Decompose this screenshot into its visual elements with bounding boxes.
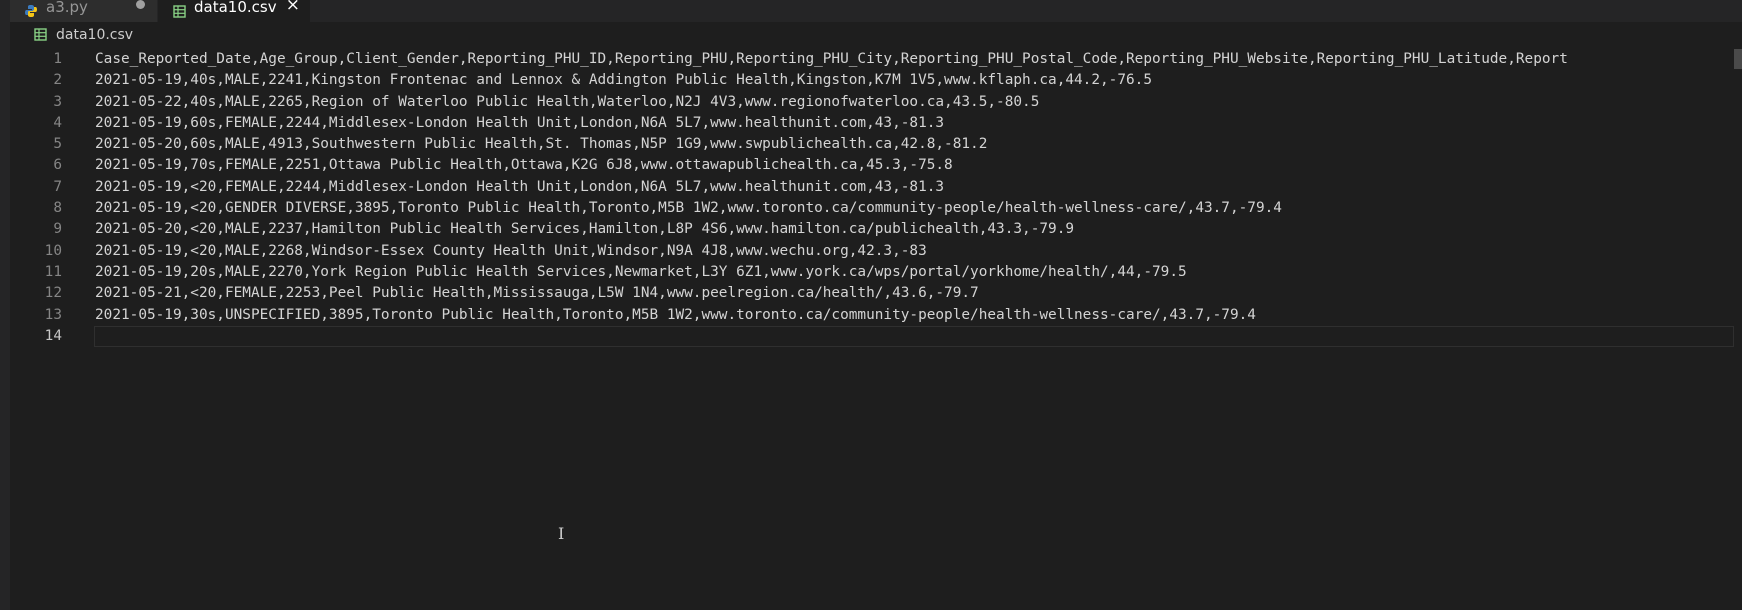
code-line[interactable]: 1 Case_Reported_Date,Age_Group,Client_Gen… [10, 49, 1742, 70]
line-text[interactable]: 2021-05-19,40s,MALE,2241,Kingston Fronte… [95, 70, 1152, 91]
line-text[interactable]: Case_Reported_Date,Age_Group,Client_Gend… [95, 49, 1568, 70]
csv-table-icon [34, 28, 48, 42]
line-text[interactable]: 2021-05-19,<20,MALE,2268,Windsor-Essex C… [95, 241, 927, 262]
line-number: 6 [53, 157, 62, 174]
close-icon[interactable]: × [286, 0, 300, 15]
vertical-scrollbar[interactable] [1734, 49, 1742, 69]
code-line[interactable]: 11 2021-05-19,20s,MALE,2270,York Region P… [10, 262, 1742, 283]
code-line[interactable]: 8 2021-05-19,<20,GENDER DIVERSE,3895,Toro… [10, 198, 1742, 219]
line-number: 4 [53, 114, 62, 131]
line-number: 13 [44, 306, 62, 323]
csv-table-icon [172, 4, 186, 18]
line-text[interactable]: 2021-05-19,20s,MALE,2270,York Region Pub… [95, 262, 1187, 283]
tab-label: a3.py [46, 0, 88, 16]
code-line[interactable]: 7 2021-05-19,<20,FEMALE,2244,Middlesex-Lo… [10, 177, 1742, 198]
line-number: 12 [44, 285, 62, 302]
breadcrumb: data10.csv [10, 22, 1742, 48]
line-text[interactable]: 2021-05-19,30s,UNSPECIFIED,3895,Toronto … [95, 305, 1256, 326]
code-line-current[interactable]: 14 [10, 325, 1742, 348]
code-line[interactable]: 4 2021-05-19,60s,FEMALE,2244,Middlesex-Lo… [10, 113, 1742, 134]
breadcrumb-file[interactable]: data10.csv [56, 27, 133, 43]
line-text[interactable]: 2021-05-21,<20,FEMALE,2253,Peel Public H… [95, 283, 979, 304]
activity-strip [0, 0, 10, 610]
line-number: 10 [44, 242, 62, 259]
current-line-highlight [94, 325, 1734, 348]
code-line[interactable]: 10 2021-05-19,<20,MALE,2268,Windsor-Essex… [10, 241, 1742, 262]
line-number: 8 [53, 200, 62, 217]
text-cursor-icon: I [558, 524, 565, 543]
line-text[interactable]: 2021-05-20,60s,MALE,4913,Southwestern Pu… [95, 134, 987, 155]
line-number: 1 [53, 51, 62, 67]
editor-window: a3.py data10.csv × data10.csv 1 Case_Rep… [0, 0, 1742, 610]
line-text[interactable]: 2021-05-19,70s,FEMALE,2251,Ottawa Public… [95, 155, 953, 176]
tab-label: data10.csv [194, 0, 277, 16]
line-number: 3 [53, 93, 62, 110]
code-line[interactable]: 9 2021-05-20,<20,MALE,2237,Hamilton Publi… [10, 219, 1742, 240]
code-line[interactable]: 5 2021-05-20,60s,MALE,4913,Southwestern P… [10, 134, 1742, 155]
tab-bar: a3.py data10.csv × [10, 0, 1742, 22]
unsaved-dot-icon[interactable] [136, 0, 145, 9]
python-icon [24, 4, 38, 18]
tab-a3-py[interactable]: a3.py [10, 0, 158, 22]
code-line[interactable]: 6 2021-05-19,70s,FEMALE,2251,Ottawa Publi… [10, 155, 1742, 176]
code-line[interactable]: 13 2021-05-19,30s,UNSPECIFIED,3895,Toront… [10, 305, 1742, 326]
line-text[interactable]: 2021-05-19,60s,FEMALE,2244,Middlesex-Lon… [95, 113, 944, 134]
line-text[interactable]: 2021-05-20,<20,MALE,2237,Hamilton Public… [95, 219, 1074, 240]
line-number: 5 [53, 136, 62, 153]
line-number: 2 [53, 72, 62, 89]
line-number: 14 [44, 327, 62, 344]
line-number: 11 [44, 263, 62, 280]
line-text[interactable]: 2021-05-19,<20,GENDER DIVERSE,3895,Toron… [95, 198, 1282, 219]
code-line[interactable]: 12 2021-05-21,<20,FEMALE,2253,Peel Public… [10, 283, 1742, 304]
line-number: 9 [53, 221, 62, 238]
code-line[interactable]: 3 2021-05-22,40s,MALE,2265,Region of Wate… [10, 92, 1742, 113]
line-text[interactable]: 2021-05-19,<20,FEMALE,2244,Middlesex-Lon… [95, 177, 944, 198]
line-number: 7 [53, 178, 62, 195]
code-editor[interactable]: 1 Case_Reported_Date,Age_Group,Client_Gen… [10, 49, 1742, 610]
line-text[interactable]: 2021-05-22,40s,MALE,2265,Region of Water… [95, 92, 1039, 113]
code-line[interactable]: 2 2021-05-19,40s,MALE,2241,Kingston Front… [10, 70, 1742, 91]
tab-data10-csv[interactable]: data10.csv × [158, 0, 310, 22]
